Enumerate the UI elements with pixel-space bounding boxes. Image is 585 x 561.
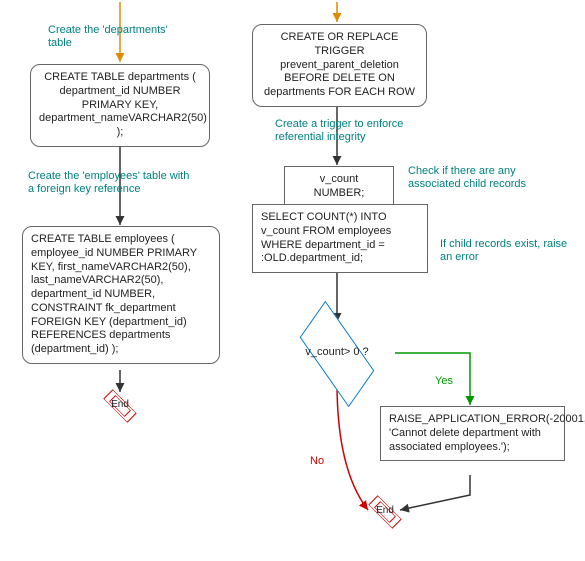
annotation-trigger-purpose: Create a trigger to enforce referential … bbox=[275, 118, 435, 144]
edge-label-no: No bbox=[310, 455, 324, 467]
terminator-right-end-label: End bbox=[368, 505, 402, 516]
node-select-count: SELECT COUNT(*) INTO v_count FROM employ… bbox=[252, 204, 428, 273]
edge-label-yes: Yes bbox=[435, 375, 453, 387]
annotation-create-departments: Create the 'departments' table bbox=[48, 24, 188, 50]
decision-vcount: v_count> 0 ? bbox=[277, 324, 397, 384]
decision-vcount-label: v_count> 0 ? bbox=[277, 346, 397, 358]
annotation-create-employees: Create the 'employees' table with a fore… bbox=[28, 170, 198, 196]
annotation-raise-error: If child records exist, raise an error bbox=[440, 238, 570, 264]
annotation-check-child: Check if there are any associated child … bbox=[408, 165, 558, 191]
terminator-left-end: End bbox=[103, 394, 137, 418]
node-create-employees: CREATE TABLE employees ( employee_id NUM… bbox=[22, 226, 220, 364]
terminator-right-end: End bbox=[368, 500, 402, 524]
node-trigger-header: CREATE OR REPLACE TRIGGER prevent_parent… bbox=[252, 24, 427, 107]
node-create-departments: CREATE TABLE departments ( department_id… bbox=[30, 64, 210, 147]
terminator-left-end-label: End bbox=[103, 399, 137, 410]
node-raise-application-error: RAISE_APPLICATION_ERROR(-20001, 'Cannot … bbox=[380, 406, 565, 461]
node-vcount-declare: v_count NUMBER; bbox=[284, 166, 394, 208]
